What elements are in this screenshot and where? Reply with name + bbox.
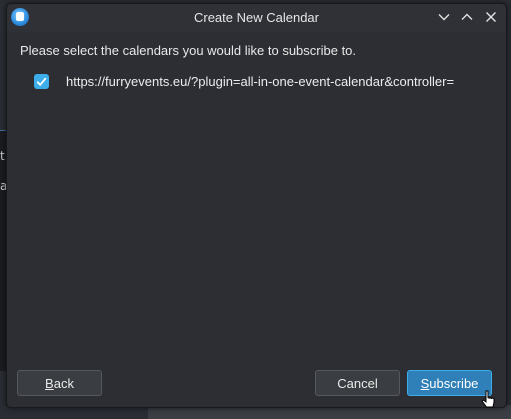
window-title: Create New Calendar: [193, 10, 319, 25]
chevron-up-icon: [461, 13, 473, 20]
back-label: ack: [53, 376, 74, 391]
subscribe-mnemonic: S: [420, 376, 430, 391]
close-button[interactable]: [483, 9, 499, 25]
close-icon: [486, 12, 496, 22]
subscribe-button[interactable]: Subscribe: [407, 370, 492, 396]
cancel-button[interactable]: Cancel: [315, 370, 400, 396]
checkmark-icon: [36, 77, 47, 87]
mouse-cursor-icon: [481, 390, 495, 408]
back-button[interactable]: Back: [17, 370, 102, 396]
calendar-url: https://furryevents.eu/?plugin=all-in-on…: [66, 74, 455, 89]
calendar-checkbox[interactable]: [34, 74, 49, 89]
subscribe-label: ubscribe: [429, 376, 479, 391]
maximize-button[interactable]: [459, 9, 475, 25]
minimize-button[interactable]: [436, 9, 452, 25]
chevron-down-icon: [438, 14, 450, 21]
create-calendar-dialog: Create New Calendar Please select the ca…: [6, 3, 507, 408]
calendar-list-item[interactable]: https://furryevents.eu/?plugin=all-in-on…: [34, 73, 504, 93]
back-mnemonic: B: [45, 376, 54, 391]
titlebar: Create New Calendar: [7, 4, 506, 32]
background-glyph: t: [0, 149, 5, 163]
instruction-text: Please select the calendars you would li…: [20, 43, 357, 58]
